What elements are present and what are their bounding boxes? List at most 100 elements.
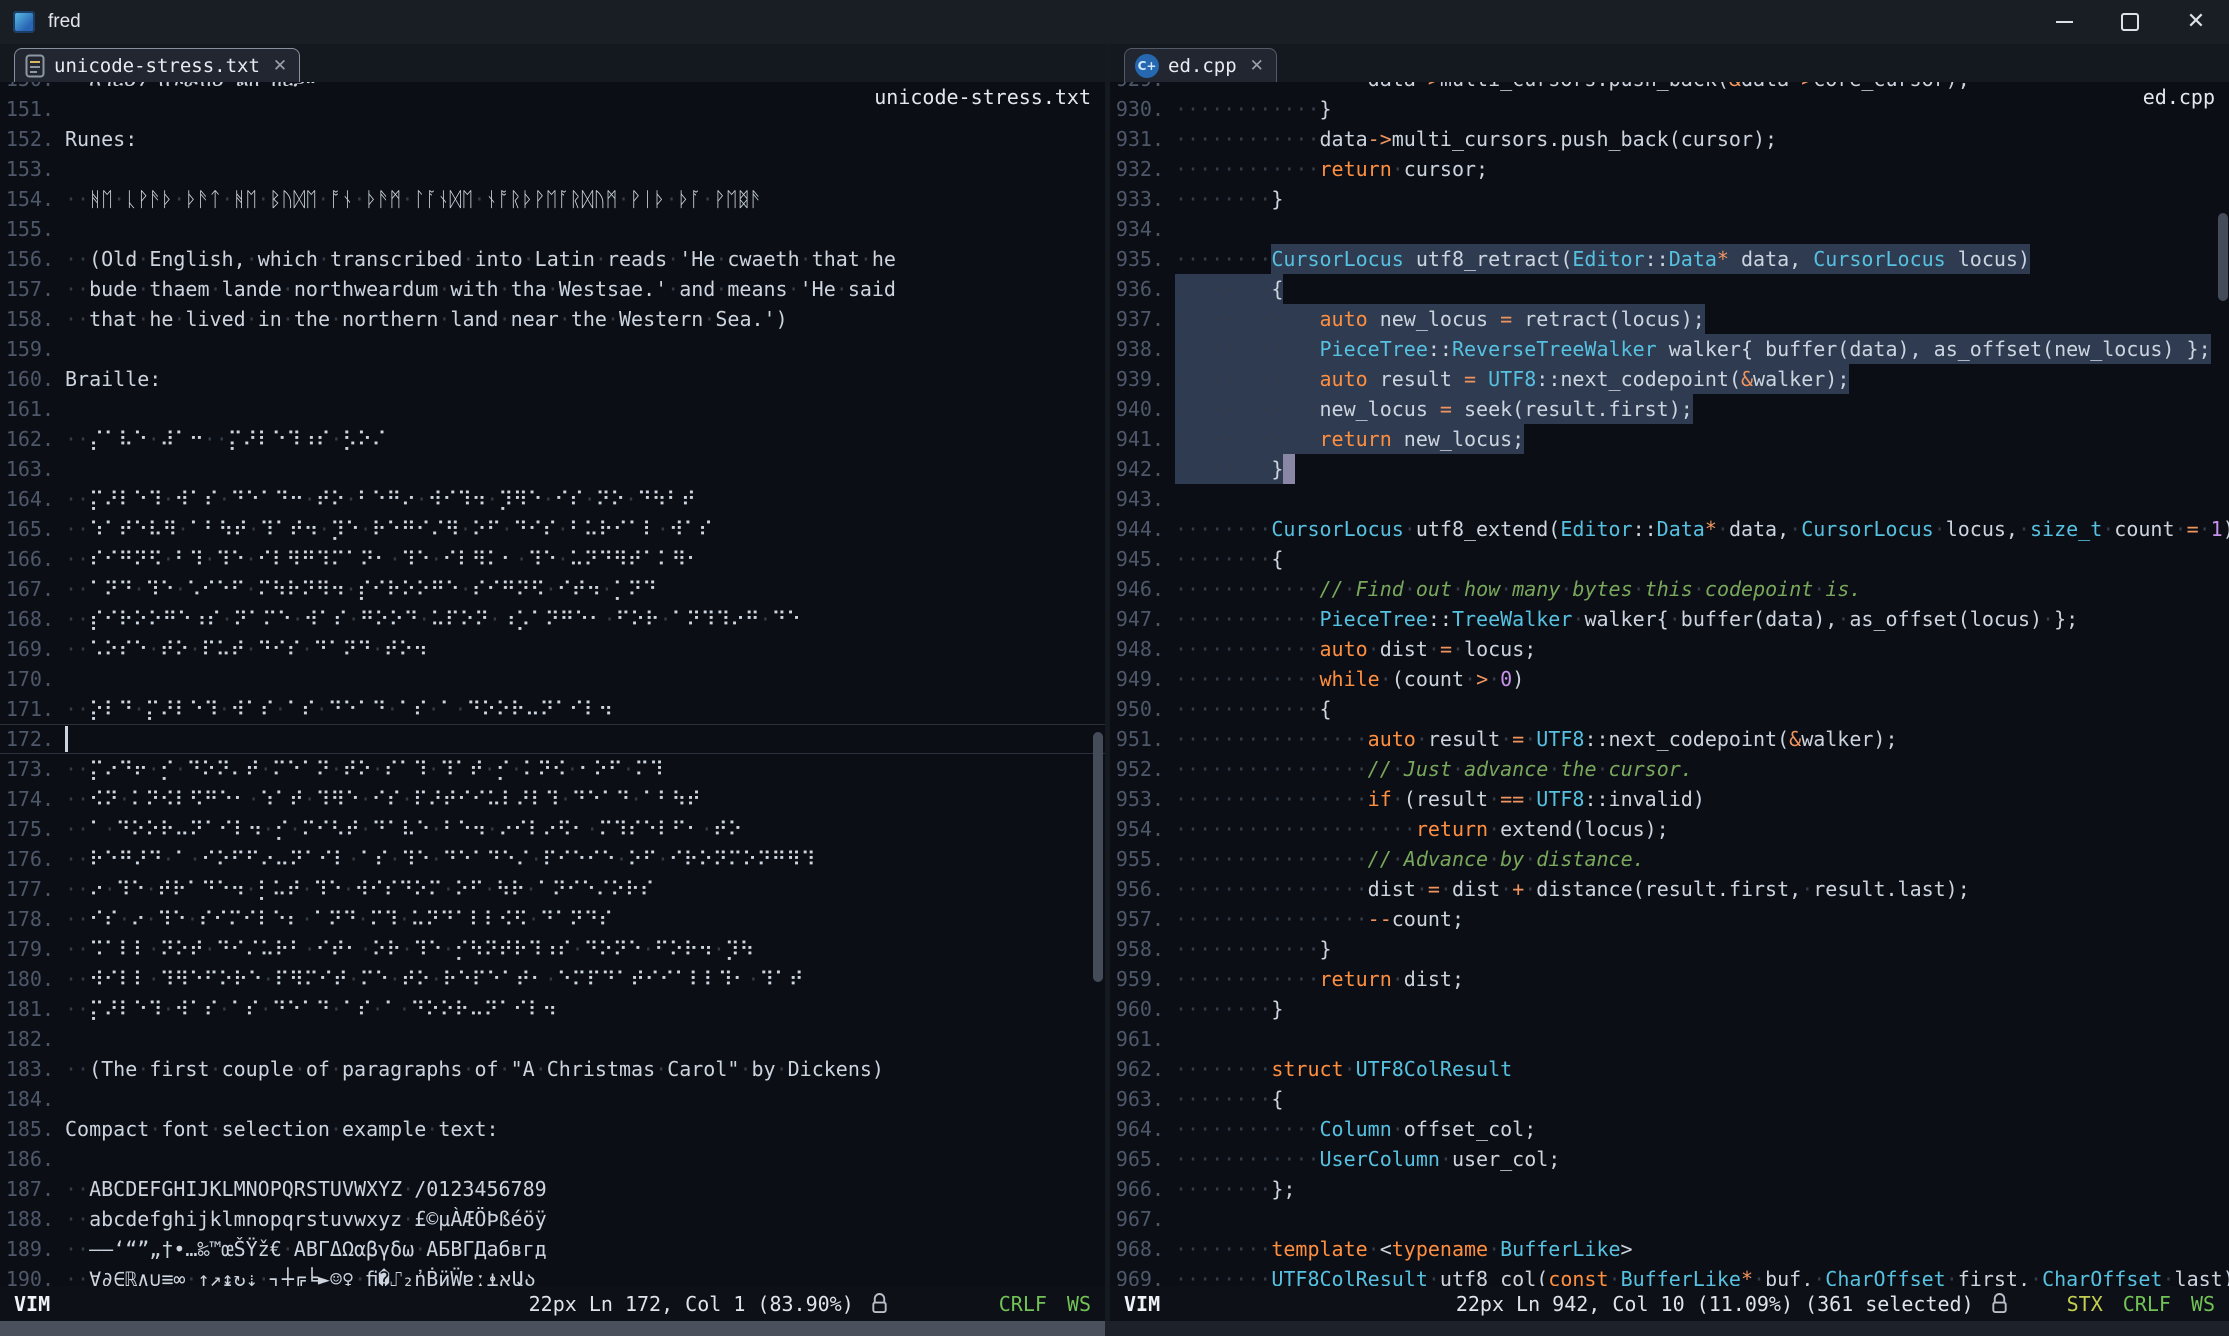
code-line: 155. xyxy=(0,214,1105,244)
whitespace-dots: · xyxy=(174,577,186,601)
lock-icon[interactable] xyxy=(870,1292,889,1315)
whitespace-dots: ············ xyxy=(1175,1147,1320,1171)
whitespace-dots: ·· xyxy=(65,1177,89,1201)
pane-divider[interactable] xyxy=(1105,44,1110,1336)
line-number: 160. xyxy=(0,364,54,394)
whitespace-dots: · xyxy=(282,1237,294,1261)
code-line-text: ··⡍⠜⠇⠑⠹·⠺⠁⠎·⠁⠎·⠙⠑⠁⠙·⠁⠎·⠁·⠙⠕⠕⠗⠤⠝⠁⠊⠇⠲ xyxy=(54,994,557,1024)
code-line: 945.········{ xyxy=(1110,544,2229,574)
code-token: £©µÀÆÖÞßéöÿ xyxy=(414,1207,546,1231)
whitespace-dots: · xyxy=(1813,577,1825,601)
whitespace-dots: · xyxy=(1837,607,1849,631)
code-token: bytes xyxy=(1572,577,1632,601)
code-token: ⠍⠹ xyxy=(634,757,663,781)
code-token: auto xyxy=(1320,367,1368,391)
horizontal-scrollbar-thumb[interactable] xyxy=(0,1321,1105,1336)
code-line-text: ············while·(count·>·0) xyxy=(1164,664,1524,694)
code-token: ⠏⠻⠍⠊⠞ xyxy=(274,967,347,991)
code-token: ⠙⠁⠧⠑ xyxy=(372,817,431,841)
whitespace-dots: · xyxy=(353,187,365,211)
tab-close-icon[interactable]: ✕ xyxy=(1250,56,1264,76)
whitespace-dots: · xyxy=(1368,307,1380,331)
whitespace-dots: · xyxy=(342,877,354,901)
whitespace-dots: · xyxy=(489,607,501,631)
whitespace-dots: · xyxy=(454,697,466,721)
code-line-text: ··abcdefghijklmnopqrstuvwxyz·£©µÀÆÖÞßéöÿ xyxy=(54,1204,547,1234)
code-token: ReverseTreeWalker xyxy=(1452,337,1657,361)
whitespace-dots: · xyxy=(149,1117,161,1141)
window-title: fred xyxy=(48,11,81,33)
code-line: 187.··ABCDEFGHIJKLMNOPQRSTUVWXYZ·/012345… xyxy=(0,1174,1105,1204)
code-token: ⠁ xyxy=(440,697,455,721)
whitespace-dots: · xyxy=(137,307,149,331)
selection-highlight: ············return·new_locus; xyxy=(1175,424,1524,454)
line-number: 938. xyxy=(1110,334,1164,364)
left-editor-pane[interactable]: 150.··እግርህን·በፍራሽህ·ልክ·ዘርጋ።151.152.Runes:1… xyxy=(0,82,1105,1286)
code-token: ⡊⠳⠝⠞⠗⠹⠰⠎ xyxy=(454,937,571,961)
code-token: cwaeth xyxy=(727,247,799,271)
whitespace-dots: ·· xyxy=(65,307,89,331)
code-token: English, xyxy=(149,247,245,271)
whitespace-dots: · xyxy=(1560,577,1572,601)
right-vertical-scrollbar[interactable] xyxy=(2218,213,2228,301)
code-line: 966.········}; xyxy=(1110,1174,2229,1204)
whitespace-dots: · xyxy=(715,277,727,301)
left-vertical-scrollbar[interactable] xyxy=(1093,732,1103,982)
whitespace-dots: · xyxy=(1488,307,1500,331)
whitespace-dots: ·· xyxy=(65,1267,89,1286)
close-button[interactable]: ✕ xyxy=(2163,0,2229,44)
minimize-button[interactable] xyxy=(2031,0,2097,44)
whitespace-dots: · xyxy=(547,277,559,301)
line-number: 935. xyxy=(1110,244,1164,274)
whitespace-dots: · xyxy=(1428,397,1440,421)
tab-unicode-stress[interactable]: unicode-stress.txt ✕ xyxy=(14,48,300,82)
right-editor-pane[interactable]: 929.················data->multi_cursors.… xyxy=(1110,82,2229,1286)
code-token: ⠎⠊⠍⠊⠇⠑⠆ xyxy=(198,907,301,931)
code-line-text: ················auto·result·=·UTF8::next… xyxy=(1164,724,1898,754)
code-token: buf, xyxy=(1765,1267,1813,1286)
code-token: ᚦᚫᛗ xyxy=(365,187,401,211)
code-line: 950.············{ xyxy=(1110,694,2229,724)
code-line: 946.············//·Find·out·how·many·byt… xyxy=(1110,574,2229,604)
whitespace-dots: · xyxy=(836,277,848,301)
code-line: 932.············return·cursor; xyxy=(1110,154,2229,184)
whitespace-dots: · xyxy=(542,487,554,511)
lock-icon[interactable] xyxy=(1990,1292,2009,1315)
code-line-text: ············//·Find·out·how·many·bytes·t… xyxy=(1164,574,1861,604)
code-line-text: ········CursorLocus·utf8_extend(Editor::… xyxy=(1164,514,2229,544)
whitespace-dots: · xyxy=(560,787,572,811)
line-number: 931. xyxy=(1110,124,1164,154)
whitespace-dots: · xyxy=(1524,877,1536,901)
tab-ed-cpp[interactable]: C+ ed.cpp ✕ xyxy=(1124,48,1277,82)
whitespace-dots: · xyxy=(1392,1117,1404,1141)
code-token: of xyxy=(474,1057,498,1081)
code-token: ⠊⠎ xyxy=(89,907,118,931)
line-number: 161. xyxy=(0,394,54,424)
code-token: walker{ xyxy=(1669,337,1753,361)
code-token: Just xyxy=(1404,757,1452,781)
code-line: 962.········struct·UTF8ColResult xyxy=(1110,1054,2229,1084)
code-token: ⠝⠕ xyxy=(596,487,625,511)
code-token: ⠺⠊⠇⠇ xyxy=(89,967,148,991)
whitespace-dots: ············ xyxy=(1175,937,1320,961)
code-line: 164.··⡍⠜⠇⠑⠹·⠺⠁⠎·⠙⠑⠁⠙⠒·⠞⠕·⠃⠑⠛⠔·⠺⠊⠹⠲·⡹⠻⠑·⠊… xyxy=(0,484,1105,514)
whitespace-dots: · xyxy=(185,1267,197,1286)
code-token: ⠍⠹ xyxy=(369,907,398,931)
code-token: auto xyxy=(1320,307,1368,331)
whitespace-dots: ············ xyxy=(1175,307,1320,331)
code-token: dist xyxy=(1380,637,1428,661)
maximize-button[interactable] xyxy=(2097,0,2163,44)
code-token: > xyxy=(1621,1237,1633,1261)
tab-label: unicode-stress.txt xyxy=(54,55,260,77)
code-token: ⠁⠎ xyxy=(342,997,371,1021)
code-token: selection xyxy=(222,1117,330,1141)
code-token: ⠹⠑ xyxy=(528,547,557,571)
whitespace-dots: · xyxy=(398,907,410,931)
code-token: ⠡⠊⠑⠋ xyxy=(186,577,245,601)
code-token: ⠂⠕⠋ xyxy=(578,757,622,781)
whitespace-dots: · xyxy=(2199,517,2211,541)
whitespace-dots: ········ xyxy=(1175,547,1271,571)
tab-label: ed.cpp xyxy=(1168,55,1237,77)
code-token: Westsae.' xyxy=(559,277,667,301)
tab-close-icon[interactable]: ✕ xyxy=(273,56,287,76)
